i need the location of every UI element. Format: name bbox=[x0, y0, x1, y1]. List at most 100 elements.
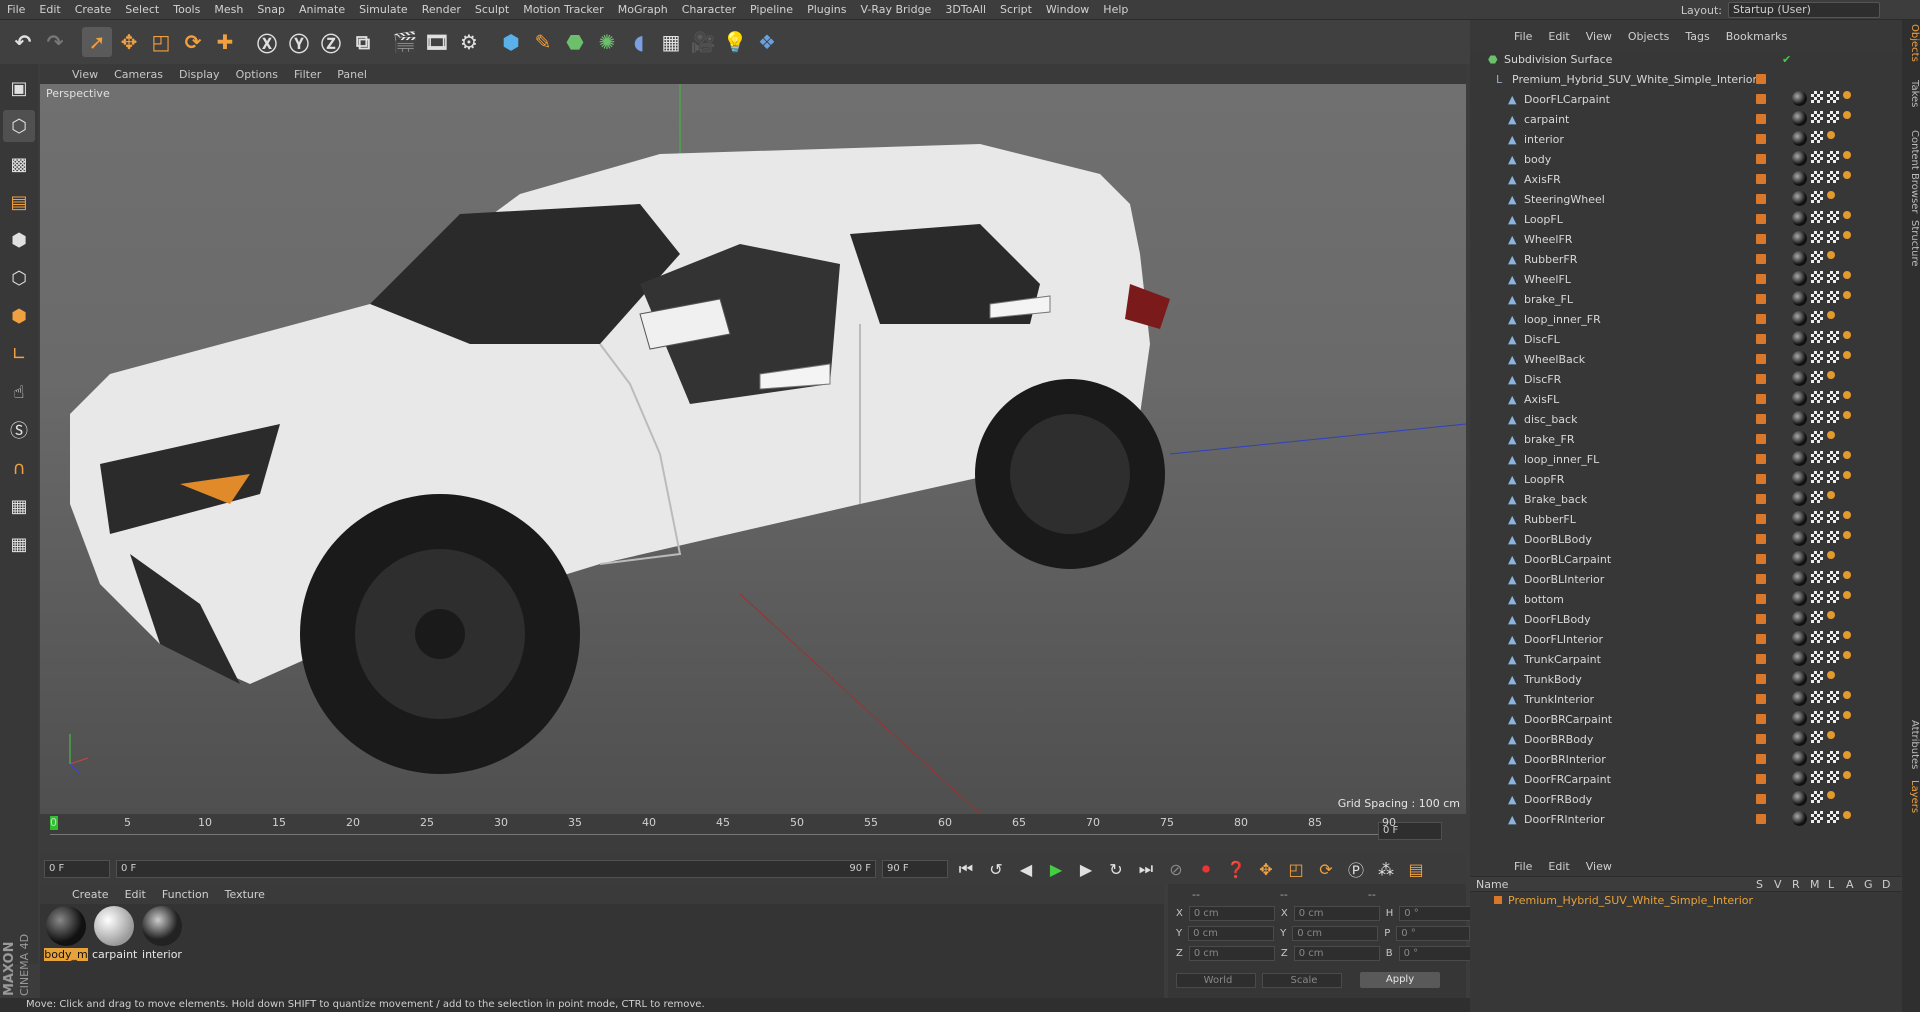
phong-tag-icon[interactable] bbox=[1843, 331, 1851, 339]
phong-tag-icon[interactable] bbox=[1843, 391, 1851, 399]
side-tab-attributes[interactable]: Attributes bbox=[1902, 720, 1920, 769]
play-icon[interactable]: ▶ bbox=[1044, 857, 1068, 881]
texture-tag-icon[interactable] bbox=[1811, 551, 1823, 563]
texture-tag-icon[interactable] bbox=[1827, 591, 1839, 603]
rot-b-field[interactable]: 0 ° bbox=[1398, 946, 1473, 961]
texture-tag-icon[interactable] bbox=[1811, 611, 1823, 623]
live-select-icon[interactable]: ✚ bbox=[210, 27, 240, 57]
next-frame-icon[interactable]: ▶ bbox=[1074, 857, 1098, 881]
phong-tag-icon[interactable] bbox=[1827, 191, 1835, 199]
material-tag-icon[interactable] bbox=[1792, 591, 1807, 606]
texture-tag-icon[interactable] bbox=[1827, 571, 1839, 583]
texture-tag-icon[interactable] bbox=[1827, 411, 1839, 423]
object-menu-file[interactable]: File bbox=[1506, 30, 1540, 43]
object-row[interactable]: ▲ DoorBRBody bbox=[1470, 729, 1902, 749]
material-tag-icon[interactable] bbox=[1792, 131, 1807, 146]
material-tag-icon[interactable] bbox=[1792, 231, 1807, 246]
object-row[interactable]: ▲ body bbox=[1470, 149, 1902, 169]
layer-menu-edit[interactable]: Edit bbox=[1540, 860, 1577, 873]
keyframe-selection-icon[interactable]: ❓ bbox=[1224, 857, 1248, 881]
apply-button[interactable]: Apply bbox=[1360, 972, 1440, 988]
viewport-menu-filter[interactable]: Filter bbox=[286, 68, 329, 81]
texture-tag-icon[interactable] bbox=[1827, 651, 1839, 663]
material-tag-icon[interactable] bbox=[1792, 751, 1807, 766]
autokey-icon[interactable]: ⏺ bbox=[1194, 857, 1218, 881]
object-row[interactable]: ▲ Brake_back bbox=[1470, 489, 1902, 509]
material-tag-icon[interactable] bbox=[1792, 171, 1807, 186]
previous-frame-icon[interactable]: ◀ bbox=[1014, 857, 1038, 881]
texture-tag-icon[interactable] bbox=[1811, 471, 1823, 483]
texture-tag-icon[interactable] bbox=[1811, 671, 1823, 683]
texture-tag-icon[interactable] bbox=[1827, 351, 1839, 363]
material-tag-icon[interactable] bbox=[1792, 191, 1807, 206]
menu-item-sculpt[interactable]: Sculpt bbox=[468, 3, 516, 16]
phong-tag-icon[interactable] bbox=[1827, 791, 1835, 799]
texture-tag-icon[interactable] bbox=[1827, 91, 1839, 103]
material-tag-icon[interactable] bbox=[1792, 571, 1807, 586]
texture-tag-icon[interactable] bbox=[1827, 751, 1839, 763]
range-slider[interactable]: 0 F 90 F bbox=[116, 860, 876, 878]
size-z-field[interactable]: 0 cm bbox=[1293, 946, 1380, 961]
floor-icon[interactable]: ▦ bbox=[656, 27, 686, 57]
object-menu-bookmarks[interactable]: Bookmarks bbox=[1718, 30, 1795, 43]
texture-tag-icon[interactable] bbox=[1811, 291, 1823, 303]
object-row[interactable]: ▲ LoopFR bbox=[1470, 469, 1902, 489]
texture-tag-icon[interactable] bbox=[1811, 171, 1823, 183]
rotation-key-icon[interactable]: ⟳ bbox=[1314, 857, 1338, 881]
texture-tag-icon[interactable] bbox=[1827, 531, 1839, 543]
texture-tag-icon[interactable] bbox=[1811, 531, 1823, 543]
menu-item-window[interactable]: Window bbox=[1039, 3, 1096, 16]
texture-tag-icon[interactable] bbox=[1827, 771, 1839, 783]
material-tag-icon[interactable] bbox=[1792, 491, 1807, 506]
phong-tag-icon[interactable] bbox=[1843, 451, 1851, 459]
pen-spline-icon[interactable]: ✎ bbox=[528, 27, 558, 57]
phong-tag-icon[interactable] bbox=[1843, 571, 1851, 579]
object-row[interactable]: ▲ DoorFLInterior bbox=[1470, 629, 1902, 649]
phong-tag-icon[interactable] bbox=[1843, 271, 1851, 279]
solo-icon[interactable]: Ⓢ bbox=[3, 414, 35, 446]
phong-tag-icon[interactable] bbox=[1843, 691, 1851, 699]
rot-h-field[interactable]: 0 ° bbox=[1399, 906, 1474, 921]
material-tag-icon[interactable] bbox=[1792, 651, 1807, 666]
texture-tag-icon[interactable] bbox=[1827, 331, 1839, 343]
phong-tag-icon[interactable] bbox=[1843, 351, 1851, 359]
phong-tag-icon[interactable] bbox=[1843, 591, 1851, 599]
texture-tag-icon[interactable] bbox=[1811, 591, 1823, 603]
material-menu-create[interactable]: Create bbox=[64, 888, 117, 901]
menu-item-script[interactable]: Script bbox=[993, 3, 1039, 16]
material-tag-icon[interactable] bbox=[1792, 451, 1807, 466]
texture-tag-icon[interactable] bbox=[1811, 771, 1823, 783]
texture-tag-icon[interactable] bbox=[1811, 111, 1823, 123]
texture-tag-icon[interactable] bbox=[1811, 191, 1823, 203]
object-row[interactable]: ▲ WheelBack bbox=[1470, 349, 1902, 369]
object-row[interactable]: ▲ RubberFR bbox=[1470, 249, 1902, 269]
phong-tag-icon[interactable] bbox=[1843, 511, 1851, 519]
material-tag-icon[interactable] bbox=[1792, 611, 1807, 626]
y-axis-icon[interactable]: Ⓨ bbox=[284, 27, 314, 57]
texture-tag-icon[interactable] bbox=[1827, 711, 1839, 723]
side-tab-layers[interactable]: Layers bbox=[1902, 780, 1920, 813]
texture-tag-icon[interactable] bbox=[1827, 471, 1839, 483]
render-view-icon[interactable]: 🎬 bbox=[390, 27, 420, 57]
texture-tag-icon[interactable] bbox=[1811, 411, 1823, 423]
phong-tag-icon[interactable] bbox=[1827, 431, 1835, 439]
parameter-key-icon[interactable]: Ⓟ bbox=[1344, 857, 1368, 881]
object-row[interactable]: ▲ carpaint bbox=[1470, 109, 1902, 129]
phong-tag-icon[interactable] bbox=[1827, 371, 1835, 379]
object-row[interactable]: ▲ DoorFLCarpaint bbox=[1470, 89, 1902, 109]
phong-tag-icon[interactable] bbox=[1843, 711, 1851, 719]
material-tag-icon[interactable] bbox=[1792, 411, 1807, 426]
scale-key-icon[interactable]: ◰ bbox=[1284, 857, 1308, 881]
material-tag-icon[interactable] bbox=[1792, 711, 1807, 726]
material-tag-icon[interactable] bbox=[1792, 251, 1807, 266]
texture-tag-icon[interactable] bbox=[1811, 751, 1823, 763]
menu-item-edit[interactable]: Edit bbox=[32, 3, 67, 16]
material-tag-icon[interactable] bbox=[1792, 311, 1807, 326]
pos-x-field[interactable]: 0 cm bbox=[1188, 906, 1275, 921]
object-row[interactable]: ▲ DoorBRCarpaint bbox=[1470, 709, 1902, 729]
cube-icon[interactable]: ⬢ bbox=[496, 27, 526, 57]
phong-tag-icon[interactable] bbox=[1843, 771, 1851, 779]
texture-tag-icon[interactable] bbox=[1811, 811, 1823, 823]
tweak-mode-icon[interactable]: ☝ bbox=[3, 376, 35, 408]
texture-tag-icon[interactable] bbox=[1811, 691, 1823, 703]
